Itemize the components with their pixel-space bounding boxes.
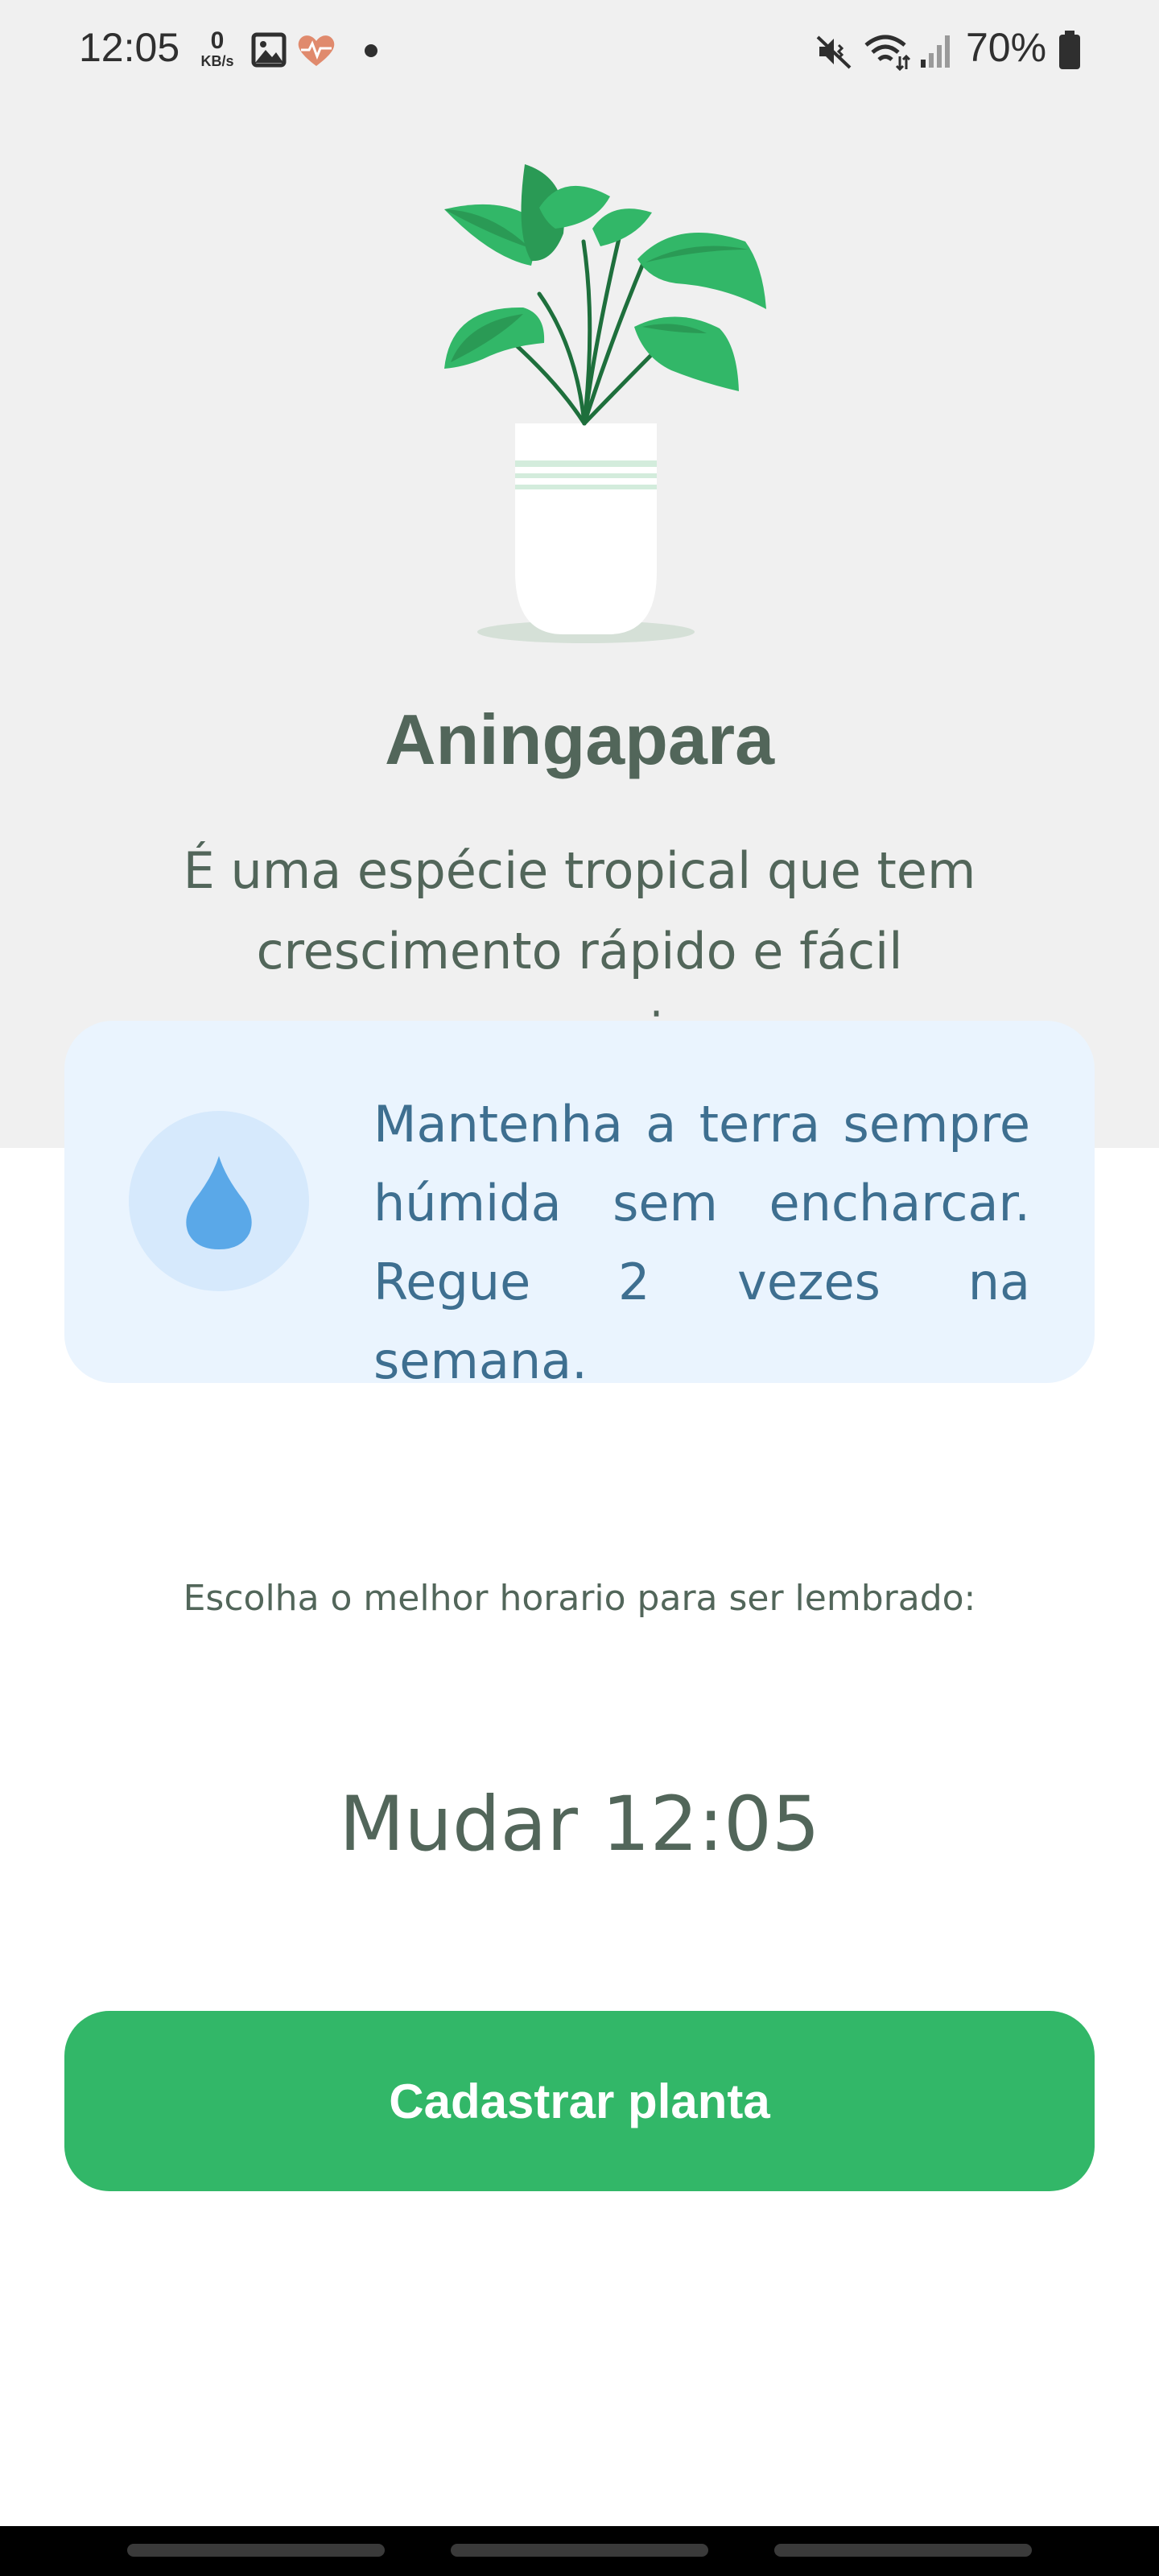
watering-tip-card: Mantenha a terra sempre húmida sem encha… [64, 1021, 1095, 1390]
status-bar: 12:05 0 KB/s 70% [0, 0, 1159, 103]
nav-back-handle[interactable] [774, 2544, 1032, 2557]
wifi-icon [864, 35, 911, 71]
health-heart-icon [298, 35, 335, 66]
change-time-button[interactable]: Mudar 12:05 [0, 1781, 1159, 1868]
water-icon-badge [129, 1111, 309, 1291]
dot-icon [365, 44, 377, 57]
battery-icon [1059, 31, 1080, 69]
mute-vibrate-icon [816, 35, 852, 69]
watering-tip-text: Mantenha a terra sempre húmida sem encha… [373, 1095, 1030, 1390]
nav-home-handle[interactable] [451, 2544, 708, 2557]
signal-icon [921, 35, 950, 68]
navigation-bar [0, 2526, 1159, 2576]
network-speed: 0 KB/s [196, 29, 238, 74]
nav-recents-handle[interactable] [127, 2544, 385, 2557]
network-speed-value: 0 [210, 27, 225, 54]
plant-name: Aningapara [384, 700, 775, 779]
status-time: 12:05 [79, 25, 180, 70]
register-plant-button[interactable]: Cadastrar planta [64, 2011, 1095, 2191]
gallery-icon [251, 32, 287, 68]
water-drop-icon [186, 1156, 252, 1249]
battery-percentage: 70% [966, 25, 1047, 70]
network-speed-unit: KB/s [200, 53, 234, 69]
reminder-label: Escolha o melhor horario para ser lembra… [183, 1578, 976, 1619]
potted-plant-illustration [444, 164, 766, 643]
